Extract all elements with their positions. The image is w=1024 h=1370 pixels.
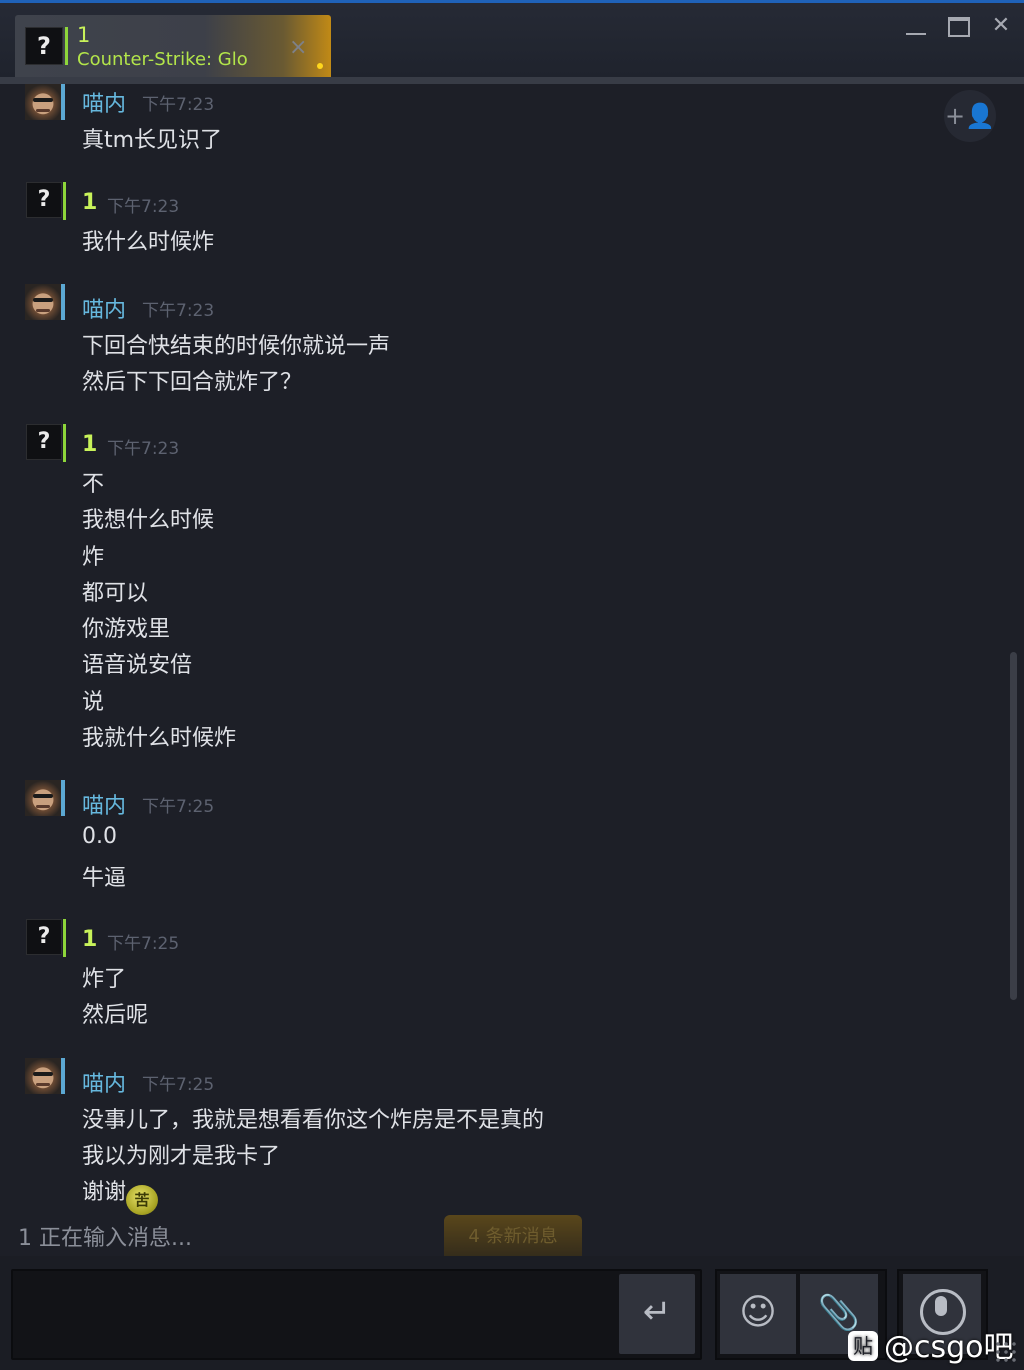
friend-avatar[interactable] — [25, 84, 65, 120]
sender-name[interactable]: 喵内 — [82, 292, 126, 324]
message-time: 下午7:23 — [107, 197, 180, 217]
message-line: 我什么时候炸 — [82, 230, 215, 255]
self-avatar[interactable]: ? — [26, 424, 62, 460]
unread-dot — [317, 63, 323, 69]
add-friend-icon[interactable]: +👤 — [944, 90, 996, 142]
message-line: 你游戏里 — [82, 617, 171, 642]
minimize-button[interactable] — [902, 13, 932, 43]
message-text: 谢谢 — [82, 1180, 127, 1205]
typing-status: 1 正在输入消息... — [18, 1226, 192, 1251]
sender-name[interactable]: 喵内 — [82, 86, 126, 118]
sender-name[interactable]: 喵内 — [82, 1066, 126, 1098]
message-line: 语音说安倍 — [82, 653, 193, 678]
chat-history[interactable]: 喵内 下午7:23 真tm长见识了 ? 1 下午7:23 我什么时候炸 喵内 下… — [0, 84, 1024, 1256]
tab-avatar: ? — [25, 27, 63, 65]
message-input[interactable] — [21, 1277, 615, 1351]
ingame-status-bar — [65, 27, 68, 65]
tieba-logo: 贴 — [848, 1331, 878, 1361]
close-window-button[interactable]: ✕ — [986, 13, 1016, 43]
message-line: 没事儿了，我就是想看看你这个炸房是不是真的 — [82, 1108, 545, 1133]
sender-name[interactable]: 1 — [82, 190, 97, 215]
message-input-container — [11, 1269, 702, 1360]
minimize-icon — [906, 33, 926, 35]
message-line: 0.0 — [82, 824, 117, 849]
message-time: 下午7:25 — [142, 797, 215, 817]
message-time: 下午7:25 — [142, 1075, 215, 1095]
message-line: 不 — [82, 472, 105, 497]
message-line: 说 — [82, 690, 105, 715]
message-line: 我想什么时候 — [82, 508, 215, 533]
self-avatar[interactable]: ? — [26, 919, 62, 955]
enter-icon: ↵ — [642, 1292, 672, 1332]
message-line: 然后呢 — [82, 1003, 149, 1028]
friend-avatar[interactable] — [25, 1058, 65, 1094]
message-line: 我就什么时候炸 — [82, 726, 237, 751]
ingame-status-bar — [63, 182, 66, 220]
message-line: 炸了 — [82, 967, 127, 992]
message-line: 炸 — [82, 545, 105, 570]
chat-scrollbar[interactable] — [1010, 652, 1017, 1000]
smiley-icon: ☺ — [739, 1292, 777, 1333]
ingame-status-bar — [63, 424, 66, 462]
maximize-button[interactable] — [944, 13, 974, 43]
watermark: 贴 @csgo吧 — [848, 1322, 1014, 1365]
tab-game-status: Counter-Strike: Glo — [77, 49, 248, 70]
tab-friend-name: 1 — [77, 23, 91, 47]
new-messages-button[interactable]: 4 条新消息 — [444, 1215, 582, 1259]
title-bar: ? 1 Counter-Strike: Glo × ✕ — [0, 3, 1024, 79]
message-line: 都可以 — [82, 581, 149, 606]
message-line: 真tm长见识了 — [82, 128, 223, 153]
sender-name[interactable]: 1 — [82, 432, 97, 457]
sender-name[interactable]: 1 — [82, 927, 97, 952]
emoticon-icon: 苦 — [126, 1185, 159, 1215]
tab-strip-divider — [0, 77, 1024, 84]
friend-avatar[interactable] — [25, 284, 65, 320]
sender-name[interactable]: 喵内 — [82, 788, 126, 820]
message-time: 下午7:23 — [142, 301, 215, 321]
ingame-status-bar — [63, 919, 66, 957]
message-line: 牛逼 — [82, 866, 127, 891]
message-line: 然后下下回合就炸了？ — [82, 370, 303, 395]
message-line-with-emoji: 谢谢苦 — [82, 1174, 159, 1215]
send-button[interactable]: ↵ — [619, 1274, 695, 1354]
message-line: 下回合快结束的时候你就说一声 — [82, 334, 391, 359]
maximize-icon — [948, 17, 970, 37]
friend-avatar[interactable] — [25, 780, 65, 816]
tab-close-icon[interactable]: × — [289, 35, 307, 60]
resize-grip-icon[interactable] — [994, 1340, 1018, 1364]
self-avatar[interactable]: ? — [26, 182, 62, 218]
message-time: 下午7:23 — [142, 95, 215, 115]
message-time: 下午7:25 — [107, 934, 180, 954]
microphone-body — [935, 1296, 947, 1316]
message-time: 下午7:23 — [107, 439, 180, 459]
chat-tab[interactable]: ? 1 Counter-Strike: Glo × — [15, 15, 331, 79]
message-line: 我以为刚才是我卡了 — [82, 1144, 281, 1169]
emoticon-button[interactable]: ☺ — [720, 1274, 796, 1354]
